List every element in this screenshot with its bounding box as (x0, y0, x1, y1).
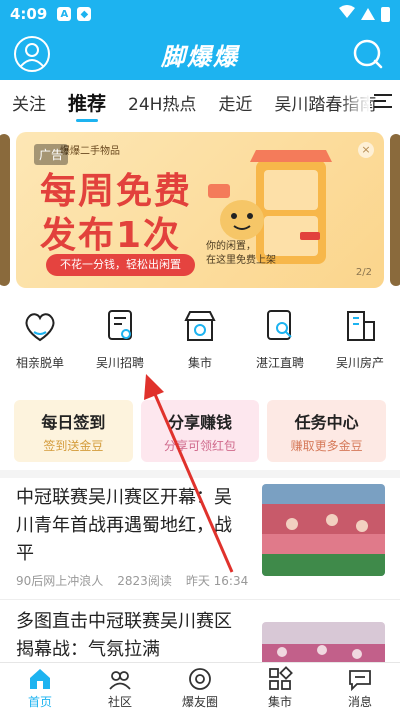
chat-bubble-icon (349, 670, 371, 692)
banner-pill: 不花一分钱，轻松出闲置 (46, 254, 195, 276)
search-icon (353, 39, 383, 69)
article-item[interactable]: 中冠联赛吴川赛区开幕：吴川青年首战再遇蜀地红，战平 90后网上冲浪人 2823阅… (0, 478, 400, 600)
section-divider (0, 470, 400, 478)
task-title: 任务中心 (294, 412, 359, 432)
nav-messages[interactable]: 消息 (320, 663, 400, 711)
search-button[interactable] (350, 36, 386, 72)
tab-24h-hot[interactable]: 24H热点 (128, 90, 196, 115)
banner-headline-2: 发布1次 (40, 215, 182, 256)
tabs-fade (340, 80, 370, 124)
grid-squares-icon (269, 666, 293, 690)
grid-item-label: 湛江直聘 (255, 356, 304, 370)
article-item[interactable]: 多图直击中冠联赛吴川赛区揭幕战：气氛拉满 (0, 602, 400, 662)
heart-chat-icon (25, 313, 55, 342)
tab-approach[interactable]: 走近 (218, 90, 252, 115)
battery-icon (381, 6, 390, 22)
tab-recommend[interactable]: 推荐 (68, 89, 106, 116)
status-bar: 4:09 A ◆ (0, 0, 400, 28)
banner-brand: 爆爆二手物品 (60, 146, 120, 157)
banner-tagline-1: 你的闲置， (206, 241, 256, 252)
status-time: 4:09 (10, 5, 48, 23)
article-title: 中冠联赛吴川赛区开幕：吴川青年首战再遇蜀地红，战平 (16, 487, 232, 564)
user-icon (20, 43, 44, 67)
article-source: 90后网上冲浪人 (16, 574, 104, 588)
shield-icon: ◆ (77, 7, 92, 21)
profile-button[interactable] (14, 36, 50, 72)
grid-item-wuchuan-jobs[interactable]: 吴川招聘 (80, 306, 160, 386)
nav-label: 社区 (107, 695, 132, 709)
daily-checkin-card[interactable]: 每日签到 签到送金豆 (14, 400, 133, 462)
nav-market[interactable]: 集市 (240, 663, 320, 711)
tab-menu-icon[interactable] (374, 94, 392, 112)
document-search-icon (267, 310, 292, 340)
grid-item-label: 吴川房产 (335, 356, 384, 370)
previous-banner-peek[interactable] (0, 134, 10, 286)
task-title: 分享赚钱 (168, 412, 233, 432)
banner-carousel[interactable]: 爆爆二手物品 广告 每周免费 发布1次 不花一分钱，轻松出闲置 你的闲置， 在这… (0, 128, 400, 290)
next-banner-peek[interactable] (390, 134, 400, 286)
article-time: 昨天 16:34 (185, 574, 249, 588)
building-icon (347, 311, 375, 341)
home-icon (30, 669, 50, 689)
task-title: 每日签到 (41, 412, 106, 432)
store-icon (184, 311, 216, 341)
quick-grid: 相亲脱单 吴川招聘 集市 湛江直聘 吴川房产 (0, 306, 400, 386)
nav-community[interactable]: 社区 (80, 663, 160, 711)
share-earn-card[interactable]: 分享赚钱 分享可领红包 (140, 400, 260, 462)
task-subtitle: 赚取更多金豆 (290, 438, 363, 453)
banner-ad[interactable]: 爆爆二手物品 广告 每周免费 发布1次 不花一分钱，轻松出闲置 你的闲置， 在这… (16, 132, 384, 288)
nav-label: 首页 (27, 695, 52, 709)
bottom-nav: 首页 社区 爆友圈 集市 消息 (0, 662, 400, 711)
article-meta: 90后网上冲浪人 2823阅读 昨天 16:34 (16, 572, 248, 589)
signal-icon (361, 8, 375, 20)
app-title: 脚爆爆 (161, 42, 239, 71)
community-icon (109, 671, 131, 690)
article-thumbnail (262, 484, 385, 576)
nav-label: 消息 (347, 695, 372, 709)
banner-close-icon[interactable]: × (358, 142, 374, 158)
banner-pager: 2/2 (355, 267, 372, 278)
nav-label: 集市 (267, 695, 292, 709)
task-subtitle: 分享可领红包 (164, 438, 237, 453)
camera-circle-icon (189, 668, 211, 690)
nav-home[interactable]: 首页 (0, 663, 80, 711)
article-thumbnail (262, 622, 385, 662)
wifi-icon (339, 5, 355, 23)
notification-a-icon: A (57, 7, 72, 21)
grid-item-label: 相亲脱单 (15, 356, 64, 370)
resume-icon (108, 310, 132, 340)
task-subtitle: 签到送金豆 (43, 438, 104, 453)
article-reads: 2823阅读 (117, 574, 172, 588)
nav-label: 爆友圈 (181, 695, 218, 709)
grid-item-zhanjiang-jobs[interactable]: 湛江直聘 (240, 306, 320, 386)
grid-item-label: 吴川招聘 (95, 356, 144, 370)
article-title: 多图直击中冠联赛吴川赛区揭幕战：气氛拉满 (16, 611, 232, 660)
task-center-card[interactable]: 任务中心 赚取更多金豆 (267, 400, 387, 462)
banner-tagline: 你的闲置， 在这里免费上架 (206, 240, 276, 268)
grid-item-market[interactable]: 集市 (160, 306, 240, 386)
nav-friends-circle[interactable]: 爆友圈 (160, 663, 240, 711)
grid-item-label: 集市 (187, 356, 212, 370)
app-header: 脚爆爆 (0, 28, 400, 80)
task-cards: 每日签到 签到送金豆 分享赚钱 分享可领红包 任务中心 赚取更多金豆 (0, 400, 400, 464)
grid-item-real-estate[interactable]: 吴川房产 (320, 306, 400, 386)
tab-follow[interactable]: 关注 (12, 90, 46, 115)
grid-item-dating[interactable]: 相亲脱单 (0, 306, 80, 386)
category-tabs: 关注 推荐 24H热点 走近 吴川踏春指南 (0, 80, 400, 124)
banner-tagline-2: 在这里免费上架 (206, 255, 276, 266)
